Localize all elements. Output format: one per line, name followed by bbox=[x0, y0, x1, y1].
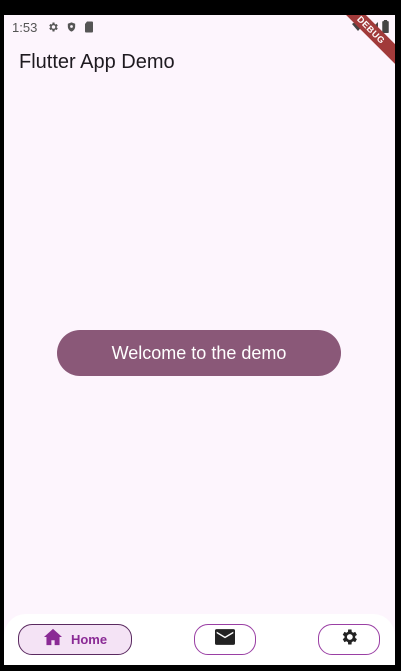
app-screen: 1:53 DEBUG Flutter App Demo Welcome to t… bbox=[4, 15, 395, 665]
status-bar: 1:53 bbox=[4, 15, 395, 39]
status-icons-left bbox=[47, 21, 94, 33]
nav-home-button[interactable]: Home bbox=[18, 624, 132, 655]
welcome-button[interactable]: Welcome to the demo bbox=[57, 330, 341, 376]
nav-settings-button[interactable] bbox=[318, 624, 380, 655]
home-icon bbox=[43, 628, 63, 651]
app-bar-title: Flutter App Demo bbox=[19, 51, 175, 73]
status-time: 1:53 bbox=[12, 19, 38, 35]
bottom-navigation-bar: Home bbox=[4, 614, 395, 665]
shield-icon bbox=[66, 21, 77, 33]
nav-mail-button[interactable] bbox=[194, 624, 256, 655]
nav-home-label: Home bbox=[70, 632, 108, 647]
gear-icon bbox=[47, 21, 59, 33]
gear-icon bbox=[339, 627, 359, 652]
sd-card-icon bbox=[84, 21, 94, 33]
mail-icon bbox=[215, 629, 235, 650]
